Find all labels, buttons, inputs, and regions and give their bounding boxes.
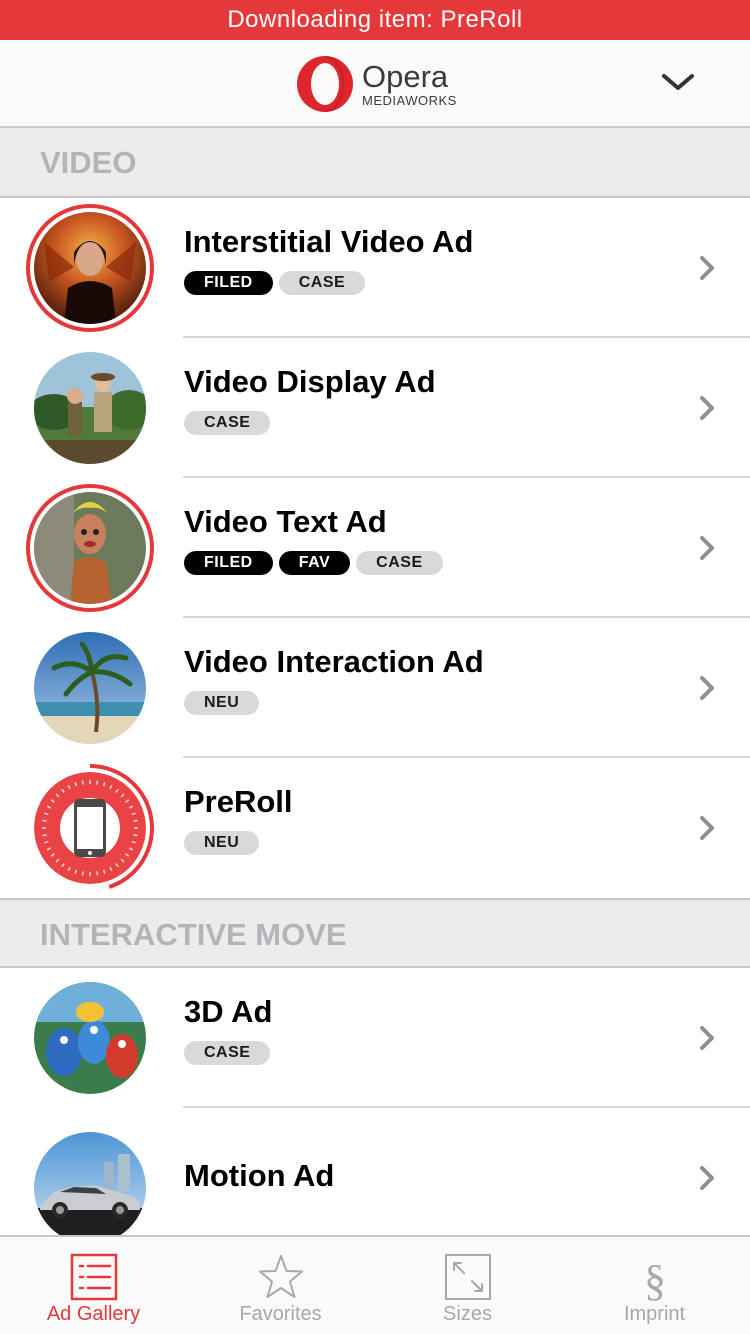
- brand-subtitle: MEDIAWORKS: [362, 93, 457, 108]
- phone-download-progress: [34, 772, 146, 884]
- tab-label: Imprint: [623, 1303, 686, 1325]
- tag-list: NEU: [184, 831, 260, 855]
- item-title: 3D Ad: [184, 994, 273, 1029]
- tag-case: CASE: [184, 1041, 271, 1065]
- animated-character-image: [34, 492, 146, 604]
- item-title: Video Text Ad: [184, 504, 387, 539]
- animated-birds-image: [34, 982, 146, 1094]
- chevron-right-icon: [700, 816, 714, 840]
- chevron-right-icon: [700, 676, 714, 700]
- tag-neu: NEU: [184, 831, 260, 855]
- tag-filed: FILED: [184, 271, 273, 295]
- palm-beach-image: [34, 632, 146, 744]
- tag-case: CASE: [278, 271, 366, 295]
- tag-filed: FILED: [184, 551, 273, 575]
- list-icon: [70, 1253, 117, 1301]
- list-item[interactable]: PreRoll NEU: [0, 758, 750, 898]
- list-item[interactable]: Video Interaction Ad NEU: [0, 618, 750, 758]
- tag-list: FILED FAV CASE: [184, 551, 443, 575]
- resize-icon: [444, 1254, 491, 1300]
- svg-text:§: §: [644, 1256, 666, 1301]
- brand-name: Opera: [362, 59, 449, 94]
- opera-o-icon: [297, 56, 353, 112]
- section-sign-icon: §: [644, 1256, 666, 1301]
- chevron-right-icon: [700, 1026, 714, 1050]
- list-item[interactable]: 3D Ad CASE: [0, 968, 750, 1108]
- section-header-interactive-move: INTERACTIVE MOVE: [0, 898, 750, 968]
- download-status-bar: Downloading item: PreRoll: [0, 0, 750, 40]
- tab-sizes[interactable]: Sizes: [374, 1237, 561, 1334]
- tag-neu: NEU: [184, 691, 260, 715]
- item-title: Interstitial Video Ad: [184, 224, 474, 259]
- chevron-right-icon: [700, 536, 714, 560]
- tag-fav: FAV: [278, 551, 351, 575]
- star-icon: [258, 1255, 303, 1298]
- tag-list: NEU: [184, 691, 260, 715]
- opera-mediaworks-logo: Opera MEDIAWORKS: [296, 55, 457, 113]
- tag-case: CASE: [184, 411, 271, 435]
- section-header-video: VIDEO: [0, 128, 750, 198]
- tag-list: CASE: [184, 1041, 271, 1065]
- tag-list: CASE: [184, 411, 271, 435]
- chevron-down-icon[interactable]: [660, 70, 696, 94]
- navigation-bar: Opera MEDIAWORKS: [0, 40, 750, 128]
- chevron-right-icon: [700, 1166, 714, 1190]
- tag-list: FILED CASE: [184, 271, 366, 295]
- chevron-right-icon: [700, 396, 714, 420]
- tab-label: Favorites: [239, 1303, 322, 1325]
- tag-case: CASE: [356, 551, 443, 575]
- item-title: PreRoll: [184, 784, 293, 819]
- tab-bar: Ad Gallery Favorites Sizes § Imprint: [0, 1235, 750, 1334]
- item-title: Video Display Ad: [184, 364, 436, 399]
- portrait-fire-image: [34, 212, 146, 324]
- tab-label: Sizes: [443, 1303, 492, 1325]
- jungle-explorers-image: [34, 352, 146, 464]
- chevron-right-icon: [700, 256, 714, 280]
- list-item[interactable]: Motion Ad: [0, 1108, 750, 1248]
- tab-ad-gallery[interactable]: Ad Gallery: [0, 1237, 187, 1334]
- item-title: Motion Ad: [184, 1158, 335, 1193]
- item-title: Video Interaction Ad: [184, 644, 484, 679]
- tab-favorites[interactable]: Favorites: [187, 1237, 374, 1334]
- tab-imprint[interactable]: § Imprint: [561, 1237, 748, 1334]
- tab-label: Ad Gallery: [46, 1303, 141, 1325]
- silver-car-image: [34, 1132, 146, 1244]
- list-item[interactable]: Video Text Ad FILED FAV CASE: [0, 478, 750, 618]
- list-item[interactable]: Video Display Ad CASE: [0, 338, 750, 478]
- list-item[interactable]: Interstitial Video Ad FILED CASE: [0, 198, 750, 338]
